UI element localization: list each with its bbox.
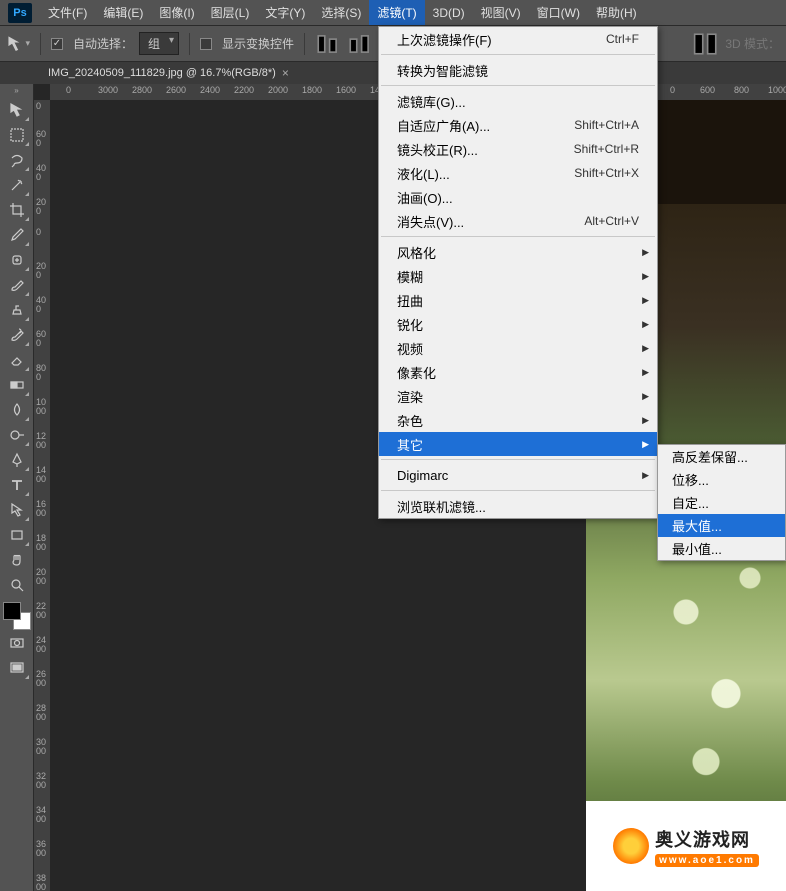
clone-stamp-tool[interactable]: [4, 298, 30, 322]
menu-filter[interactable]: 滤镜(T): [369, 0, 424, 25]
eraser-tool[interactable]: [4, 348, 30, 372]
menu-bar: Ps 文件(F) 编辑(E) 图像(I) 图层(L) 文字(Y) 选择(S) 滤…: [0, 0, 786, 26]
color-swatches[interactable]: [3, 602, 31, 630]
crop-tool[interactable]: [4, 198, 30, 222]
quick-mask-tool[interactable]: [4, 631, 30, 655]
marquee-tool[interactable]: [4, 123, 30, 147]
screen-mode-tool[interactable]: [4, 656, 30, 680]
dodge-tool[interactable]: [4, 423, 30, 447]
watermark: 奥义游戏网 www.aoe1.com: [586, 801, 786, 891]
submenu-custom[interactable]: 自定...: [658, 491, 785, 514]
menu-filter-gallery[interactable]: 滤镜库(G)...: [379, 89, 657, 113]
menu-lens-correction[interactable]: 镜头校正(R)...Shift+Ctrl+R: [379, 137, 657, 161]
arrange-icon[interactable]: [693, 33, 719, 55]
divider: [40, 33, 41, 55]
menu-separator: [381, 490, 655, 491]
toolbox-toggle-icon[interactable]: »: [12, 86, 22, 94]
menu-other[interactable]: 其它: [379, 432, 657, 456]
menu-liquify[interactable]: 液化(L)...Shift+Ctrl+X: [379, 161, 657, 185]
menu-view[interactable]: 视图(V): [473, 0, 529, 25]
type-tool[interactable]: [4, 473, 30, 497]
menu-oil-paint[interactable]: 油画(O)...: [379, 185, 657, 209]
menu-3d[interactable]: 3D(D): [425, 2, 473, 24]
submenu-offset[interactable]: 位移...: [658, 468, 785, 491]
auto-select-checkbox[interactable]: [51, 38, 63, 50]
document-tab-title: IMG_20240509_111829.jpg @ 16.7%(RGB/8*): [48, 67, 276, 79]
menu-render[interactable]: 渲染: [379, 384, 657, 408]
menu-window[interactable]: 窗口(W): [529, 0, 588, 25]
magic-wand-tool[interactable]: [4, 173, 30, 197]
app-logo: Ps: [8, 3, 32, 23]
path-selection-tool[interactable]: [4, 498, 30, 522]
menu-pixelate[interactable]: 像素化: [379, 360, 657, 384]
menu-noise[interactable]: 杂色: [379, 408, 657, 432]
menu-distort[interactable]: 扭曲: [379, 288, 657, 312]
submenu-maximum[interactable]: 最大值...: [658, 514, 785, 537]
brush-tool[interactable]: [4, 273, 30, 297]
move-tool[interactable]: [4, 98, 30, 122]
submenu-high-pass[interactable]: 高反差保留...: [658, 445, 785, 468]
healing-brush-tool[interactable]: [4, 248, 30, 272]
menu-separator: [381, 459, 655, 460]
pen-tool[interactable]: [4, 448, 30, 472]
eyedropper-tool[interactable]: [4, 223, 30, 247]
menu-select[interactable]: 选择(S): [313, 0, 369, 25]
document-tab[interactable]: IMG_20240509_111829.jpg @ 16.7%(RGB/8*) …: [40, 63, 297, 83]
menu-separator: [381, 236, 655, 237]
divider: [189, 33, 190, 55]
menu-browse-online-filters[interactable]: 浏览联机滤镜...: [379, 494, 657, 518]
close-tab-icon[interactable]: ×: [282, 66, 289, 80]
toolbox: »: [0, 84, 34, 891]
transform-controls-label: 显示变换控件: [222, 35, 294, 52]
menu-convert-smart-filter[interactable]: 转换为智能滤镜: [379, 58, 657, 82]
menu-file[interactable]: 文件(F): [40, 0, 95, 25]
watermark-logo-icon: [613, 828, 649, 864]
history-brush-tool[interactable]: [4, 323, 30, 347]
divider: [304, 33, 305, 55]
menu-separator: [381, 85, 655, 86]
menu-video[interactable]: 视频: [379, 336, 657, 360]
menu-sharpen[interactable]: 锐化: [379, 312, 657, 336]
rectangle-tool[interactable]: [4, 523, 30, 547]
auto-select-dropdown[interactable]: 组: [139, 32, 179, 55]
transform-controls-checkbox[interactable]: [200, 38, 212, 50]
align-icon-1[interactable]: [315, 33, 341, 55]
foreground-color-swatch[interactable]: [3, 602, 21, 620]
menu-blur[interactable]: 模糊: [379, 264, 657, 288]
filter-menu-dropdown: 上次滤镜操作(F)Ctrl+F 转换为智能滤镜 滤镜库(G)... 自适应广角(…: [378, 26, 658, 519]
blur-tool[interactable]: [4, 398, 30, 422]
menu-help[interactable]: 帮助(H): [588, 0, 645, 25]
menu-stylize[interactable]: 风格化: [379, 240, 657, 264]
mode-3d-label: 3D 模式：: [725, 35, 780, 52]
ruler-vertical[interactable]: 0600400200020040060080010001200140016001…: [34, 100, 50, 891]
hand-tool[interactable]: [4, 548, 30, 572]
auto-select-label: 自动选择：: [73, 35, 133, 52]
submenu-minimum[interactable]: 最小值...: [658, 537, 785, 560]
menu-adaptive-wide-angle[interactable]: 自适应广角(A)...Shift+Ctrl+A: [379, 113, 657, 137]
menu-separator: [381, 54, 655, 55]
gradient-tool[interactable]: [4, 373, 30, 397]
menu-edit[interactable]: 编辑(E): [95, 0, 151, 25]
other-submenu: 高反差保留... 位移... 自定... 最大值... 最小值...: [657, 444, 786, 561]
watermark-title: 奥义游戏网: [655, 826, 759, 852]
menu-last-filter[interactable]: 上次滤镜操作(F)Ctrl+F: [379, 27, 657, 51]
zoom-tool[interactable]: [4, 573, 30, 597]
watermark-url: www.aoe1.com: [655, 854, 759, 867]
menu-digimarc[interactable]: Digimarc: [379, 463, 657, 487]
menu-image[interactable]: 图像(I): [151, 0, 202, 25]
menu-layer[interactable]: 图层(L): [203, 0, 258, 25]
current-tool-icon[interactable]: ▾: [6, 32, 30, 56]
menu-vanishing-point[interactable]: 消失点(V)...Alt+Ctrl+V: [379, 209, 657, 233]
lasso-tool[interactable]: [4, 148, 30, 172]
menu-type[interactable]: 文字(Y): [257, 0, 313, 25]
align-icon-2[interactable]: [347, 33, 373, 55]
